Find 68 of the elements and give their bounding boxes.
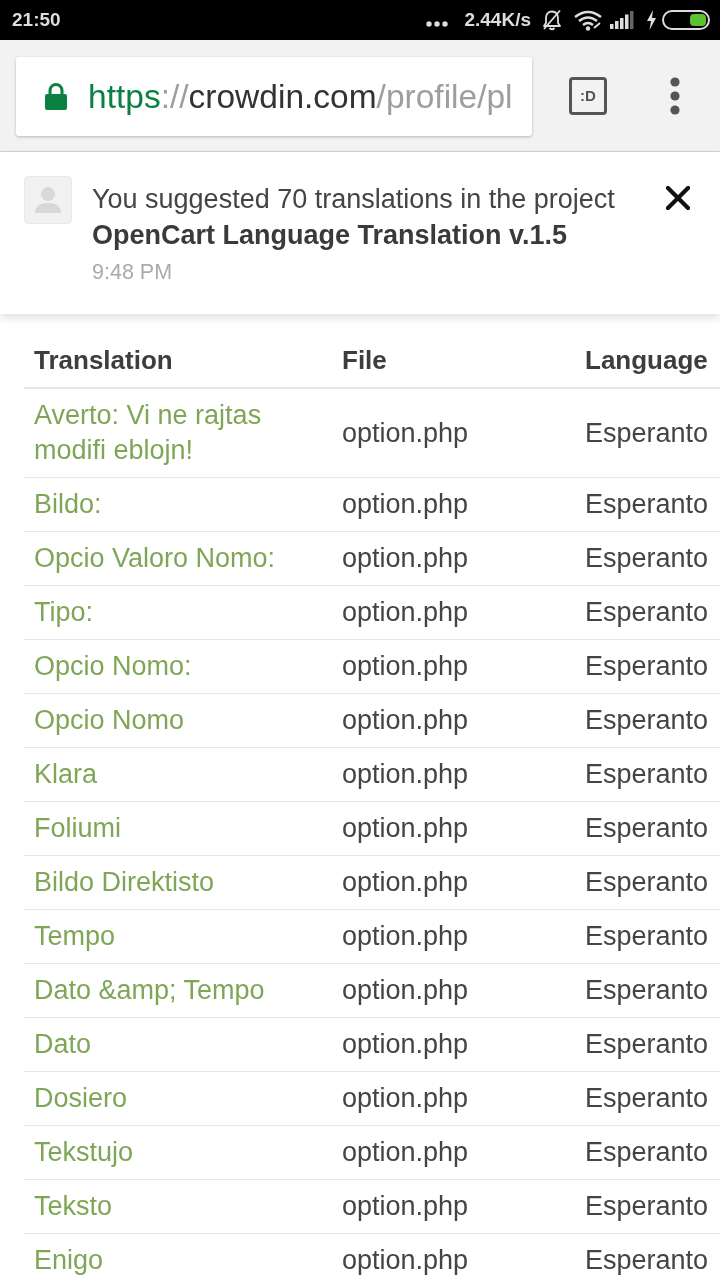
file-name: option.php [342, 417, 469, 448]
network-speed: 2.44K/s [464, 9, 531, 31]
avatar-icon [24, 176, 72, 224]
translation-link[interactable]: Klara [34, 757, 98, 792]
charging-bolt-icon [646, 10, 657, 30]
column-header: Translation [34, 345, 173, 375]
file-name: option.php [342, 921, 469, 951]
language-name: Esperanto [585, 417, 709, 448]
language-name: Esperanto [585, 1191, 709, 1221]
signal-icon [610, 11, 634, 29]
translation-link[interactable]: Foliumi [34, 811, 121, 846]
file-name: option.php [342, 1029, 469, 1059]
file-name: option.php [342, 975, 469, 1005]
translation-link[interactable]: Dosiero [34, 1081, 128, 1116]
file-name: option.php [342, 1245, 469, 1275]
language-name: Esperanto [585, 651, 709, 681]
language-name: Esperanto [585, 867, 709, 897]
clock-time: 21:50 [12, 9, 61, 31]
translation-link[interactable]: Dato [34, 1027, 92, 1062]
file-name: option.php [342, 597, 469, 627]
lock-icon [45, 83, 67, 110]
menu-icon[interactable] [670, 76, 680, 115]
language-name: Esperanto [585, 705, 709, 735]
file-name: option.php [342, 867, 469, 897]
language-name: Esperanto [585, 759, 709, 789]
file-name: option.php [342, 1191, 469, 1221]
language-name: Esperanto [585, 489, 709, 519]
tab-switcher-button[interactable]: :D [569, 76, 607, 115]
url-text: https://crowdin.com/profile/pl [88, 77, 513, 116]
language-name: Esperanto [585, 921, 709, 951]
column-header: File [342, 345, 387, 375]
translation-link[interactable]: Tekstujo [34, 1135, 134, 1170]
file-name: option.php [342, 1137, 469, 1167]
language-name: Esperanto [585, 1083, 709, 1113]
translation-link[interactable]: Tempo [34, 919, 116, 954]
language-name: Esperanto [585, 1137, 709, 1167]
more-dots-icon [426, 21, 449, 27]
notification-time: 9:48 PM [92, 259, 173, 286]
file-name: option.php [342, 813, 469, 843]
translation-link[interactable]: Averto: Vi ne rajtas modifi eblojn! [34, 398, 304, 468]
language-name: Esperanto [585, 975, 709, 1005]
translation-link[interactable]: Teksto [34, 1189, 113, 1224]
translation-link[interactable]: Bildo: [34, 487, 102, 522]
translation-link[interactable]: Opcio Valoro Nomo: [34, 541, 276, 576]
file-name: option.php [342, 543, 469, 573]
language-name: Esperanto [585, 1245, 709, 1275]
battery-icon [662, 10, 710, 30]
translation-link[interactable]: Opcio Nomo [34, 703, 185, 738]
notification-message: You suggested 70 translations in the project OpenCart Language Translation v.1.5 [92, 183, 616, 252]
address-bar[interactable]: https://crowdin.com/profile/pl [16, 57, 532, 136]
wifi-icon [574, 9, 602, 31]
bell-off-icon [541, 9, 563, 31]
translation-link[interactable]: Dato &amp; Tempo [34, 973, 265, 1008]
language-name: Esperanto [585, 1029, 709, 1059]
language-name: Esperanto [585, 543, 709, 573]
file-name: option.php [342, 1083, 469, 1113]
translation-link[interactable]: Bildo Direktisto [34, 865, 215, 900]
language-name: Esperanto [585, 597, 709, 627]
file-name: option.php [342, 651, 469, 681]
language-name: Esperanto [585, 813, 709, 843]
translation-link[interactable]: Tipo: [34, 595, 94, 630]
close-icon[interactable] [666, 186, 690, 210]
file-name: option.php [342, 705, 469, 735]
file-name: option.php [342, 759, 469, 789]
translation-link[interactable]: Enigo [34, 1243, 104, 1278]
column-header: Language [585, 345, 708, 375]
translation-link[interactable]: Opcio Nomo: [34, 649, 192, 684]
file-name: option.php [342, 489, 469, 519]
